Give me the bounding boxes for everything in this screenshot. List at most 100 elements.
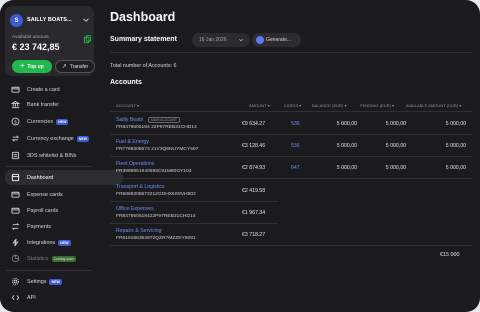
dashboard-icon	[11, 173, 20, 182]
column-header-available[interactable]: AVAILABLE AMOUNT (EUR) ▾	[406, 103, 461, 108]
new-badge: NEW	[58, 239, 71, 246]
sidebar-item-label: 3DS whitelist & BINs	[27, 152, 77, 159]
main-account-badge: MAIN ACCOUNT	[148, 117, 180, 123]
balance-value: 5 000,00	[336, 121, 357, 127]
account-amount: €9 634.27	[242, 121, 266, 127]
card-icon	[11, 86, 20, 93]
cards-count-link[interactable]: 536	[291, 143, 300, 149]
new-badge: NEW	[49, 278, 62, 285]
generate-button[interactable]: Generate...	[252, 33, 301, 47]
account-name-link[interactable]: Transport & Logistics	[116, 184, 165, 190]
lightning-icon	[12, 238, 19, 247]
total-accounts: Total number of Accounts: 6	[110, 63, 177, 69]
available-value: 5 000,00	[445, 165, 466, 171]
gear-icon	[11, 277, 20, 286]
account-amount: €2 419.58	[242, 188, 266, 194]
new-badge: NEW	[56, 118, 69, 125]
sidebar-item-label: Integrations	[27, 239, 56, 246]
top-up-button[interactable]: + Top up	[12, 60, 52, 73]
account-name-link[interactable]: Sailly Boats	[116, 117, 143, 123]
table-total: €15 000	[440, 252, 460, 258]
chevron-down-icon[interactable]	[82, 16, 90, 24]
exchange-icon	[11, 135, 20, 142]
bank-icon	[11, 100, 20, 109]
sidebar-item-label: Settings	[27, 278, 47, 285]
column-header-pending[interactable]: PENDING (EUR) ▾	[360, 103, 394, 108]
column-header-account[interactable]: ACCOUNT ▾	[116, 103, 139, 108]
card-icon	[11, 191, 20, 198]
generate-label: Generate...	[266, 37, 292, 43]
coming-soon-badge: Coming soon	[51, 255, 76, 262]
accounts-heading: Accounts	[110, 79, 142, 86]
sidebar-item-label: Currencies	[27, 118, 54, 125]
sidebar-item-label: Bank transfer	[27, 101, 60, 108]
payments-icon	[11, 223, 20, 230]
top-up-label: Top up	[27, 63, 44, 70]
statistics-icon	[11, 254, 20, 263]
list-icon	[11, 151, 20, 160]
column-header-cards[interactable]: CARDS ▾	[284, 103, 301, 108]
table-header-divider	[110, 111, 472, 112]
table-row[interactable]: Fleet Operations FR3889951940693C91M60GY…	[110, 157, 472, 179]
account-amount: €3 128.46	[242, 143, 266, 149]
plus-circle-icon	[256, 36, 264, 44]
account-name-link[interactable]: Office Expenses	[116, 206, 154, 212]
transfer-label: Transfer	[69, 63, 89, 70]
sidebar-item-label: Statistics	[27, 255, 49, 262]
app-window: S SAILLY BOATS... Available amount € 23 …	[0, 0, 480, 312]
chevron-down-icon	[238, 38, 244, 42]
table-row[interactable]: Fuel & Energy FR7769308673 21V3Q9NUYMCY5…	[110, 135, 472, 157]
sidebar-divider	[6, 166, 92, 167]
balance-value: 5 000,00	[336, 143, 357, 149]
account-amount: €2 874.93	[242, 165, 266, 171]
account-iban: FR616186354972QZR7MZZEY8091	[116, 236, 196, 241]
sidebar-item-label: Create a card	[27, 86, 60, 93]
account-name-link[interactable]: Repairs & Servicing	[116, 228, 162, 234]
account-avatar: S	[10, 14, 23, 27]
pending-value: 5 000,00	[385, 143, 406, 149]
account-name-link[interactable]: Fuel & Energy	[116, 139, 149, 145]
account-card[interactable]: S SAILLY BOATS... Available amount € 23 …	[5, 6, 95, 76]
table-row[interactable]: Sailly Boats MAIN ACCOUNT FR8479505184 2…	[110, 113, 472, 135]
arrow-up-right-icon: ↗	[61, 63, 67, 70]
summary-statement-label: Summary statement	[110, 36, 177, 43]
row-divider	[110, 178, 472, 179]
account-iban: FR7769308673 21V3Q9NUYMCY507	[116, 147, 199, 152]
sidebar-item-label: Currency exchange	[27, 135, 74, 142]
available-amount-value: € 23 742,85	[12, 42, 60, 52]
account-name-link[interactable]: Fleet Operations	[116, 161, 154, 167]
svg-text:$: $	[14, 119, 17, 124]
sidebar-item-label: Payroll cards	[27, 207, 59, 214]
main-content: Dashboard Summary statement 16 Jan 2026 …	[100, 0, 480, 312]
account-iban: FR5869308673212GDHX5S9VH902	[116, 192, 196, 197]
table-row[interactable]: Transport & Logistics FR5869308673212GDH…	[110, 180, 472, 202]
sidebar-item-label: API	[27, 294, 36, 301]
cards-count-link[interactable]: 536	[291, 121, 300, 127]
account-name: SAILLY BOATS...	[27, 17, 72, 23]
date-picker[interactable]: 16 Jan 2026	[192, 33, 250, 47]
column-header-balance[interactable]: BALANCE (EUR) ▾	[312, 103, 347, 108]
table-row[interactable]: Repairs & Servicing FR616186354972QZR7MZ…	[110, 224, 472, 246]
currency-icon: $	[11, 117, 20, 126]
header-divider	[110, 52, 472, 53]
account-iban: FR3889951940693C91M60GY104	[116, 169, 192, 174]
sidebar: S SAILLY BOATS... Available amount € 23 …	[0, 0, 123, 312]
sidebar-item-label: Dashboard	[27, 174, 54, 181]
available-value: 5 000,00	[445, 143, 466, 149]
new-badge: NEW	[76, 135, 90, 142]
account-amount: €3 718.27	[242, 232, 266, 238]
plus-icon: +	[20, 63, 25, 70]
transfer-button[interactable]: ↗ Transfer	[55, 60, 95, 73]
available-value: 5 000,00	[445, 121, 466, 127]
card-icon	[11, 207, 20, 214]
copy-icon[interactable]	[83, 35, 92, 44]
sidebar-item-label: Expense cards	[27, 191, 63, 198]
account-iban: FR8479505184 22P97REB31CHD14	[116, 125, 197, 130]
cards-count-link[interactable]: 647	[291, 165, 300, 171]
table-row[interactable]: Office Expenses FR847950518422P97REB31CH…	[110, 202, 472, 224]
pending-value: 5 000,00	[385, 165, 406, 171]
api-icon	[11, 294, 20, 301]
account-iban: FR847950518422P97REB31CHD14	[116, 214, 196, 219]
column-header-amount[interactable]: AMOUNT ▾	[249, 103, 270, 108]
pending-value: 5 000,00	[385, 121, 406, 127]
